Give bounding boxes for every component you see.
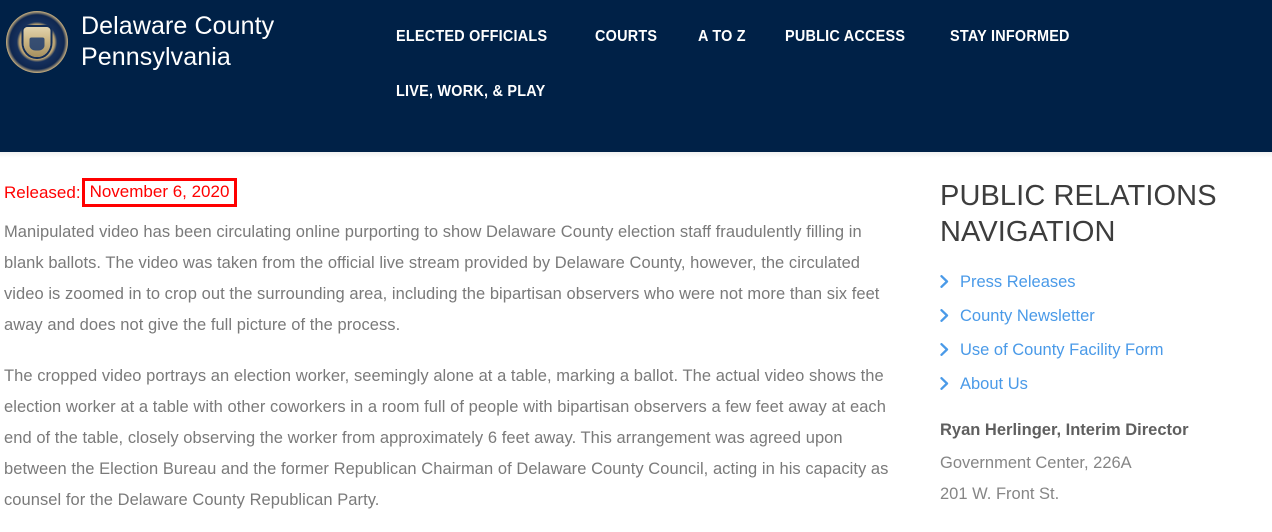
sidebar-link-label[interactable]: Press Releases: [960, 272, 1076, 292]
contact-address-line: 201 W. Front St.: [940, 485, 1060, 503]
nav-item-live-work-play[interactable]: LIVE, WORK, & PLAY: [396, 83, 545, 101]
sidebar-link-list: Press Releases County Newsletter Use of …: [940, 272, 1260, 394]
nav-row-primary: ELECTED OFFICIALS COURTS A TO Z PUBLIC A…: [396, 28, 1216, 46]
article-content: Released: November 6, 2020 Manipulated v…: [4, 178, 904, 516]
contact-block: Ryan Herlinger, Interim Director Governm…: [940, 418, 1260, 510]
article-paragraph: Manipulated video has been circulating o…: [4, 223, 880, 334]
nav-item-elected-officials[interactable]: ELECTED OFFICIALS: [396, 28, 547, 46]
chevron-right-icon: [940, 275, 949, 288]
released-line: Released: November 6, 2020: [4, 178, 904, 207]
article-paragraph: The cropped video portrays an election w…: [4, 367, 889, 509]
sidebar-link-label[interactable]: About Us: [960, 374, 1028, 394]
sidebar-item-use-of-county-facility-form[interactable]: Use of County Facility Form: [940, 340, 1260, 360]
page-body: Released: November 6, 2020 Manipulated v…: [0, 158, 1272, 532]
released-date-highlight: November 6, 2020: [81, 178, 238, 207]
nav-item-public-access[interactable]: PUBLIC ACCESS: [785, 28, 905, 46]
nav-item-courts[interactable]: COURTS: [595, 28, 657, 46]
nav-row-secondary: LIVE, WORK, & PLAY: [396, 83, 1216, 101]
site-brand[interactable]: Delaware County Pennsylvania: [6, 11, 274, 73]
sidebar-title: PUBLIC RELATIONS NAVIGATION: [940, 180, 1217, 248]
chevron-right-icon: [940, 377, 949, 390]
site-header: Delaware County Pennsylvania ELECTED OFF…: [0, 0, 1272, 152]
sidebar-link-label[interactable]: County Newsletter: [960, 306, 1095, 326]
nav-item-stay-informed[interactable]: STAY INFORMED: [950, 28, 1070, 46]
main-navigation: ELECTED OFFICIALS COURTS A TO Z PUBLIC A…: [396, 28, 1216, 101]
sidebar-item-about-us[interactable]: About Us: [940, 374, 1260, 394]
county-seal-icon: [6, 11, 68, 73]
sidebar-link-label[interactable]: Use of County Facility Form: [960, 340, 1164, 360]
released-label: Released:: [4, 182, 81, 202]
public-relations-sidebar: PUBLIC RELATIONS NAVIGATION Press Releas…: [940, 178, 1260, 510]
contact-name: Ryan Herlinger, Interim Director: [940, 421, 1189, 439]
nav-item-a-to-z[interactable]: A TO Z: [698, 28, 746, 46]
sidebar-item-county-newsletter[interactable]: County Newsletter: [940, 306, 1260, 326]
chevron-right-icon: [940, 343, 949, 356]
chevron-right-icon: [940, 309, 949, 322]
sidebar-item-press-releases[interactable]: Press Releases: [940, 272, 1260, 292]
brand-name: Delaware County Pennsylvania: [81, 12, 275, 71]
contact-address-line: Government Center, 226A: [940, 454, 1132, 472]
